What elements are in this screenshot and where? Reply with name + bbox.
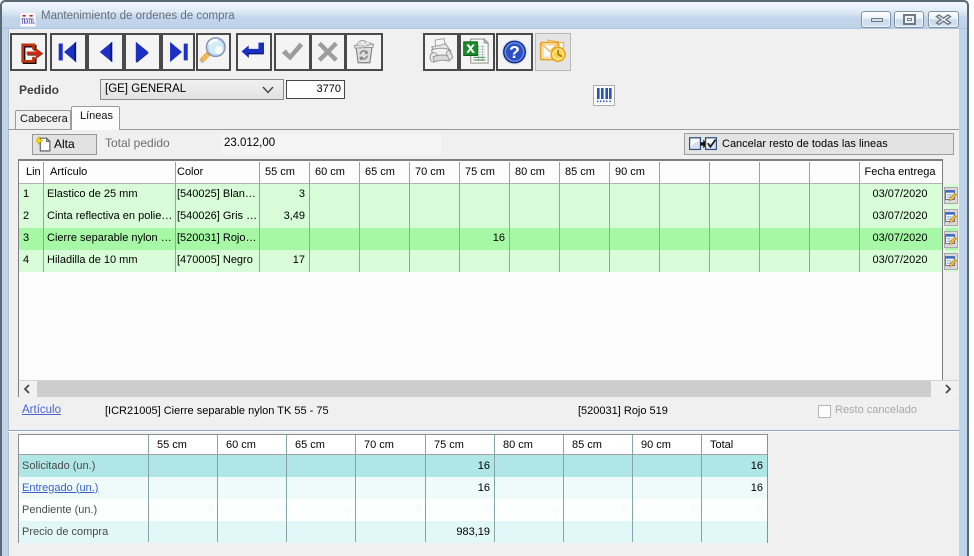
svg-text:TEXTIL: TEXTIL	[21, 18, 35, 26]
svg-text:?: ?	[509, 42, 520, 62]
